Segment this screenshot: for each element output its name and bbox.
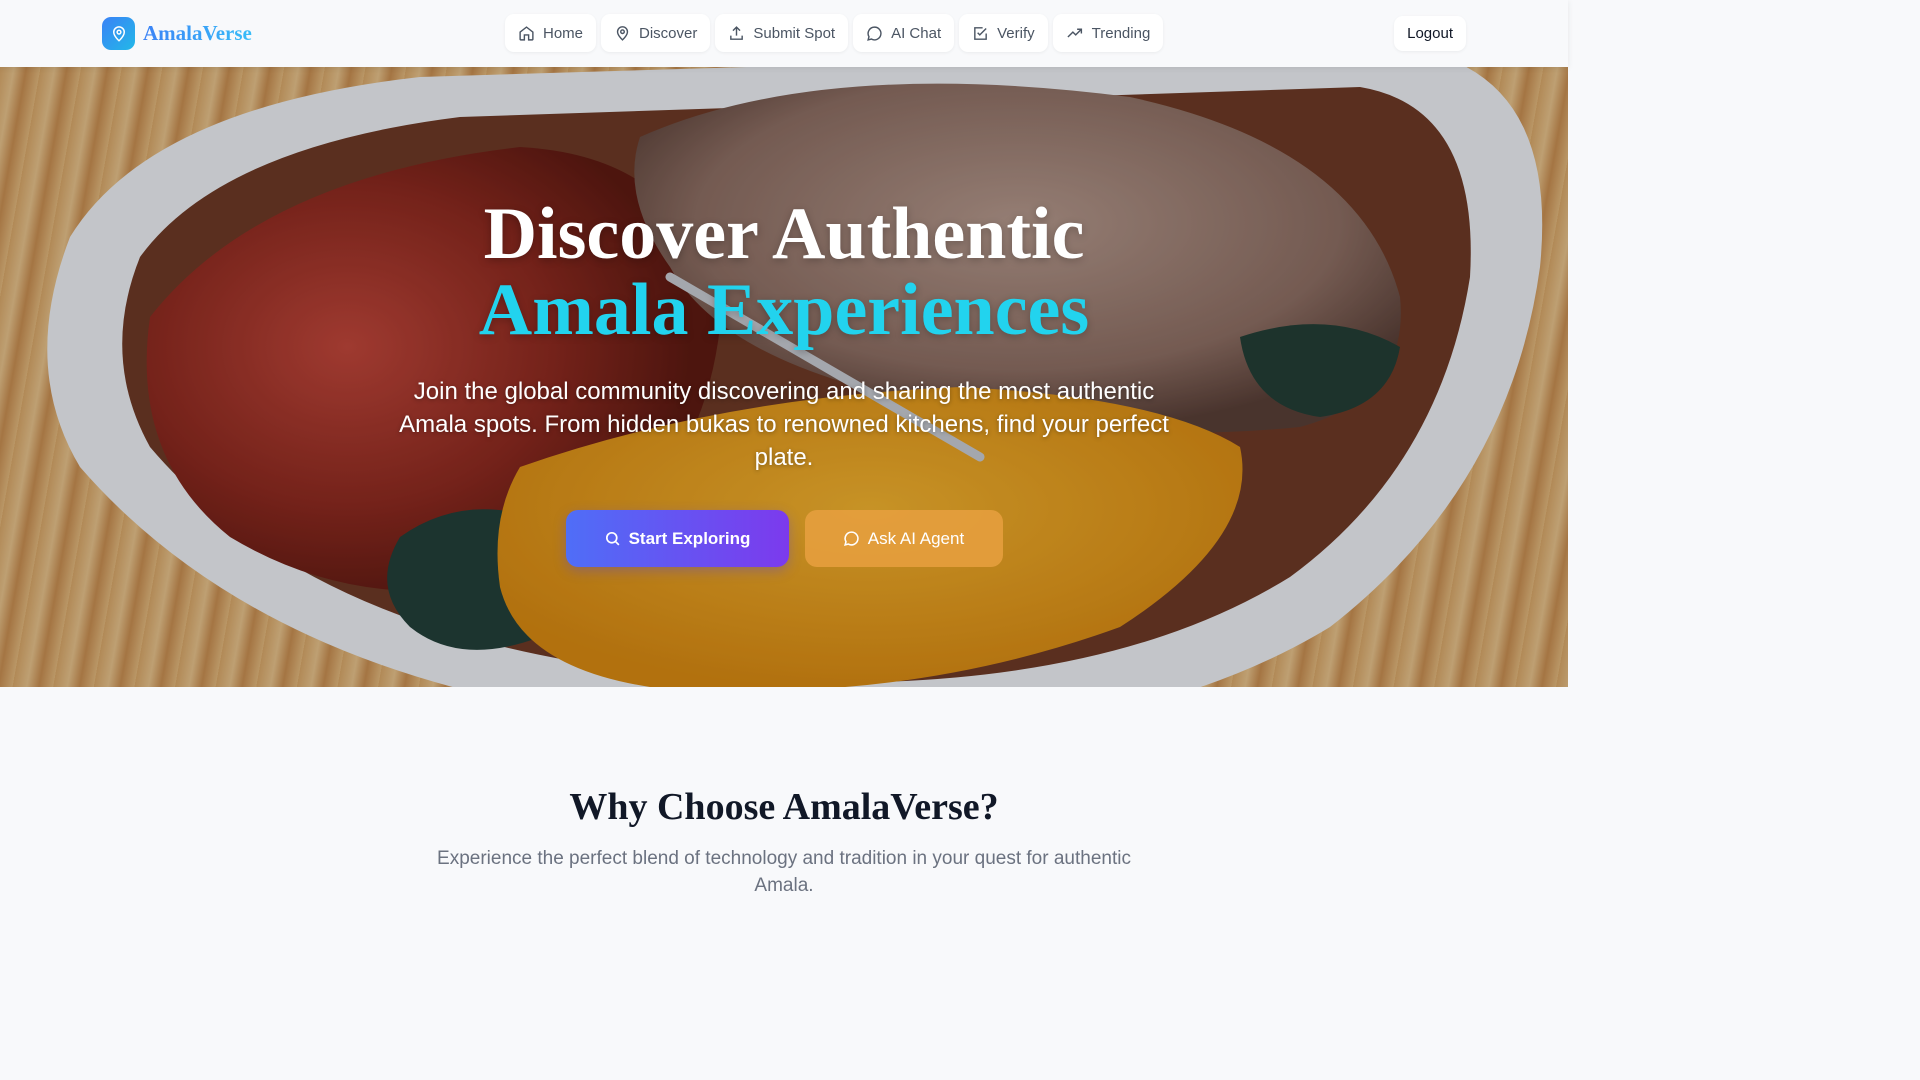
- trending-up-icon: [1067, 28, 1082, 38]
- brand-link[interactable]: AmalaVerse: [102, 17, 252, 50]
- nav-links: Home Discover Submit Spot AI Chat Verify…: [505, 14, 1168, 52]
- hero-subtitle: Join the global community discovering an…: [399, 378, 1169, 471]
- nav-item-trending[interactable]: Trending: [1052, 14, 1164, 52]
- hero-content: Discover Authentic Amala Experiences Joi…: [384, 197, 1184, 567]
- ask-ai-agent-button[interactable]: Ask AI Agent: [804, 510, 1003, 567]
- start-exploring-label: Start Exploring: [628, 528, 751, 548]
- nav-item-submit-spot[interactable]: Submit Spot: [715, 14, 849, 52]
- why-subtitle: Experience the perfect blend of technolo…: [437, 848, 1131, 896]
- nav-item-discover[interactable]: Discover: [601, 14, 711, 52]
- hero-title-line2: Amala Experiences: [478, 269, 1090, 351]
- why-section: Why Choose AmalaVerse? Experience the pe…: [0, 687, 1568, 896]
- nav-item-label: AI Chat: [891, 24, 942, 42]
- nav-item-label: Submit Spot: [753, 24, 836, 42]
- why-title: Why Choose AmalaVerse?: [569, 786, 999, 828]
- logout-button[interactable]: Logout: [1394, 16, 1466, 51]
- upload-icon: [730, 25, 744, 40]
- nav-item-label: Discover: [639, 24, 698, 42]
- nav-item-label: Verify: [997, 24, 1035, 42]
- hero-title-line1: Discover Authentic: [483, 193, 1085, 275]
- nav-item-verify[interactable]: Verify: [959, 14, 1048, 52]
- map-pin-icon: [616, 25, 629, 41]
- home-icon: [519, 25, 534, 41]
- chat-bubble-icon: [843, 531, 859, 546]
- nav-item-label: Home: [543, 24, 584, 42]
- nav-item-ai-chat[interactable]: AI Chat: [853, 14, 955, 52]
- start-exploring-button[interactable]: Start Exploring: [565, 510, 789, 567]
- brand-name: AmalaVerse: [143, 21, 252, 45]
- chat-bubble-icon: [867, 25, 882, 41]
- top-navbar: AmalaVerse Home Discover Submit Spot AI …: [0, 0, 1568, 67]
- check-square-icon: [974, 26, 987, 40]
- search-icon: [605, 531, 620, 546]
- nav-item-label: Trending: [1091, 24, 1151, 42]
- hero-actions: Start Exploring Ask AI Agent: [384, 510, 1184, 567]
- ask-ai-agent-label: Ask AI Agent: [867, 528, 965, 548]
- map-pin-icon: [102, 17, 135, 50]
- hero-section: Discover Authentic Amala Experiences Joi…: [0, 67, 1568, 687]
- nav-item-home[interactable]: Home: [505, 14, 597, 52]
